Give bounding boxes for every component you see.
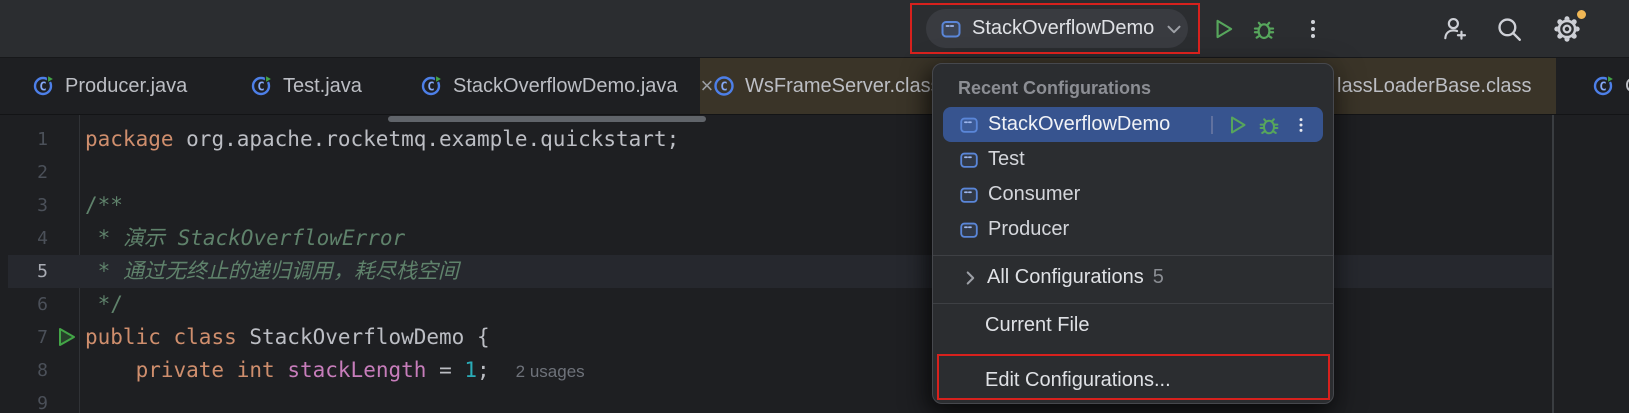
run-configuration-label: StackOverflowDemo [972,17,1154,40]
code-editor[interactable]: 1 package org.apache.rocketmq.example.qui… [0,115,1629,413]
code-text: * 通过无终止的递归调用，耗尽栈空间 [85,255,459,288]
line-number: 8 [0,354,48,387]
app-window-icon [958,184,980,206]
line-number: 7 [0,321,48,354]
line-number: 9 [0,387,48,413]
all-configurations-count: 5 [1153,266,1164,289]
java-class-run-icon: C [32,74,56,98]
tab-co[interactable]: C Co [1592,58,1629,114]
code-text: package org.apache.rocketmq.example.quic… [85,123,679,156]
tab-producer[interactable]: C Producer.java [32,58,187,114]
configuration-label: Consumer [988,183,1080,206]
svg-text:C: C [257,80,264,94]
more-kebab-icon[interactable] [1289,113,1313,137]
tab-label: Co [1625,75,1629,98]
tab-label: Producer.java [65,75,187,98]
code-text: private int stackLength = 1;2 usages [85,354,585,388]
tab-classloaderbase[interactable]: lassLoaderBase.class [1337,58,1532,114]
tab-test[interactable]: C Test.java [250,58,362,114]
code-text: public class StackOverflowDemo { [85,321,490,354]
tab-label: Test.java [283,75,362,98]
code-text: * 演示 StackOverflowError [85,222,405,255]
settings-notification-dot [1575,8,1588,21]
recent-configuration-test[interactable]: Test [933,142,1333,177]
ide-window: StackOverflowDemo C Producer.java C Test.ja… [0,0,1629,413]
chevron-down-icon [1163,18,1185,40]
run-gutter-icon[interactable] [54,325,78,349]
editor-split-divider[interactable] [1552,115,1554,413]
debug-icon[interactable] [1257,113,1281,137]
separator [933,255,1333,256]
configuration-label: Test [988,148,1025,171]
edit-configurations-label: Edit Configurations... [985,369,1171,392]
line-number: 5 [0,255,48,288]
app-window-icon [939,17,963,41]
run-configurations-dropdown: Recent Configurations StackOverflowDemo T… [932,63,1334,404]
code-text: /** [85,189,123,222]
tab-stackoverflowdemo[interactable]: CStackOverflowDemo.java× [420,58,713,114]
dropdown-header: Recent Configurations [933,64,1333,105]
recent-configuration-producer[interactable]: Producer [933,212,1333,247]
run-icon[interactable] [1225,113,1249,137]
line-number: 2 [0,156,48,189]
line-number: 4 [0,222,48,255]
edit-configurations-item[interactable]: Edit Configurations... [933,358,1333,403]
line-number: 1 [0,123,48,156]
svg-text:C: C [1599,80,1606,94]
add-user-button[interactable] [1440,14,1470,44]
java-class-run-icon: C [250,74,274,98]
java-class-run-icon: C [420,74,444,98]
current-file-label: Current File [985,314,1089,337]
editor-tab-bar: C Producer.java C Test.java C StackOverflowDe… [0,58,1629,115]
debug-button[interactable] [1249,14,1279,44]
configuration-label: Producer [988,218,1069,241]
line-number: 3 [0,189,48,222]
tab-label: lassLoaderBase.class [1337,75,1532,98]
app-window-icon [958,114,980,136]
more-actions-button[interactable] [1298,14,1328,44]
main-toolbar: StackOverflowDemo [0,0,1629,58]
all-configurations-item[interactable]: All Configurations 5 [933,260,1333,295]
tab-scrollbar-thumb[interactable] [388,116,706,122]
app-window-icon [958,149,980,171]
tab-wsframeserver[interactable]: C WsFrameServer.class [712,58,941,114]
divider [1211,116,1213,134]
line-number: 6 [0,288,48,321]
java-class-icon: C [712,74,736,98]
tab-label: StackOverflowDemo.java [453,75,678,98]
svg-text:C: C [720,80,727,94]
svg-text:C: C [39,80,46,94]
chevron-right-icon [959,267,981,289]
run-configuration-selector[interactable]: StackOverflowDemo [926,9,1188,48]
all-configurations-label: All Configurations [987,266,1144,289]
app-window-icon [958,219,980,241]
configuration-label: StackOverflowDemo [988,113,1170,136]
java-class-run-icon: C [1592,74,1616,98]
tab-label: WsFrameServer.class [745,75,941,98]
code-text: */ [85,288,123,321]
svg-text:C: C [427,80,434,94]
usages-inlay-hint[interactable]: 2 usages [516,362,585,381]
search-everywhere-button[interactable] [1494,14,1524,44]
current-file-item[interactable]: Current File [933,308,1333,343]
recent-configuration-consumer[interactable]: Consumer [933,177,1333,212]
separator [933,303,1333,304]
run-button[interactable] [1208,14,1238,44]
recent-configuration-stackoverflowdemo[interactable]: StackOverflowDemo [943,107,1323,142]
